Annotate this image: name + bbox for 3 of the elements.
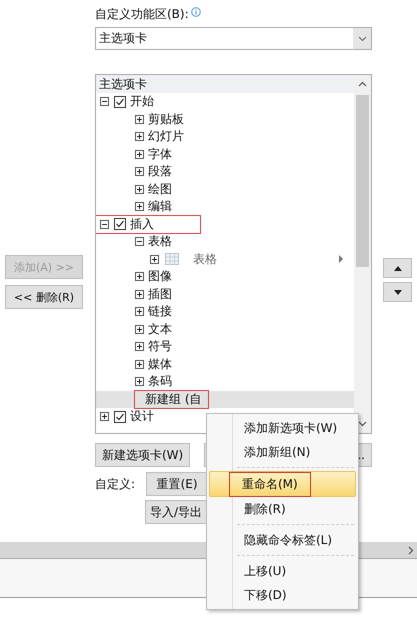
tree-header: 主选项卡 xyxy=(96,75,354,93)
customize-label: 自定义: xyxy=(95,476,136,492)
ribbon-label: 自定义功能区(B): xyxy=(95,6,189,23)
